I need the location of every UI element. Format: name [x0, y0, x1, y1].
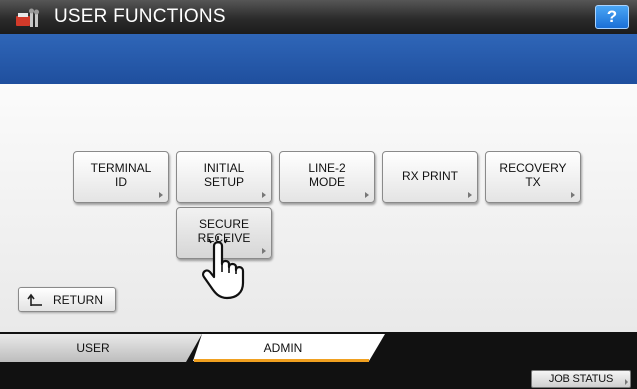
title-bar: USER FUNCTIONS ? — [0, 0, 637, 34]
page-title: USER FUNCTIONS — [54, 6, 226, 27]
help-button[interactable]: ? — [595, 5, 629, 29]
return-arrow-icon — [27, 293, 42, 306]
recovery-tx-label: RECOVERY TX — [499, 161, 567, 189]
submenu-arrow-icon — [159, 192, 163, 198]
message-band — [0, 34, 637, 84]
rx-print-button[interactable]: RX PRINT — [382, 151, 478, 203]
recovery-tx-button[interactable]: RECOVERY TX — [485, 151, 581, 203]
tab-admin-label: ADMIN — [263, 341, 303, 355]
return-label: RETURN — [53, 293, 103, 307]
pointing-hand-icon — [202, 236, 245, 300]
terminal-id-button[interactable]: TERMINAL ID — [73, 151, 169, 203]
submenu-arrow-icon — [262, 248, 266, 254]
fax-user-functions-screen: USER FUNCTIONS ? TERMINAL ID INITIAL SET… — [0, 0, 637, 389]
tab-user-label: USER — [76, 341, 110, 355]
submenu-arrow-icon — [571, 192, 575, 198]
tab-admin[interactable]: ADMIN — [193, 334, 385, 363]
user-functions-icon — [16, 8, 39, 27]
terminal-id-label: TERMINAL ID — [90, 161, 152, 189]
submenu-arrow-icon — [262, 192, 266, 198]
submenu-arrow-icon — [468, 192, 472, 198]
line-2-mode-label: LINE-2 MODE — [308, 161, 346, 189]
rx-print-label: RX PRINT — [401, 169, 458, 183]
job-status-button[interactable]: JOB STATUS — [531, 370, 631, 388]
initial-setup-label: INITIAL SETUP — [203, 161, 245, 189]
bottom-bar: JOB STATUS — [0, 362, 637, 389]
submenu-arrow-icon — [625, 379, 628, 385]
submenu-arrow-icon — [365, 192, 369, 198]
job-status-label: JOB STATUS — [548, 373, 614, 385]
tab-user[interactable]: USER — [0, 334, 202, 362]
line-2-mode-button[interactable]: LINE-2 MODE — [279, 151, 375, 203]
return-button[interactable]: RETURN — [18, 287, 116, 312]
initial-setup-button[interactable]: INITIAL SETUP — [176, 151, 272, 203]
